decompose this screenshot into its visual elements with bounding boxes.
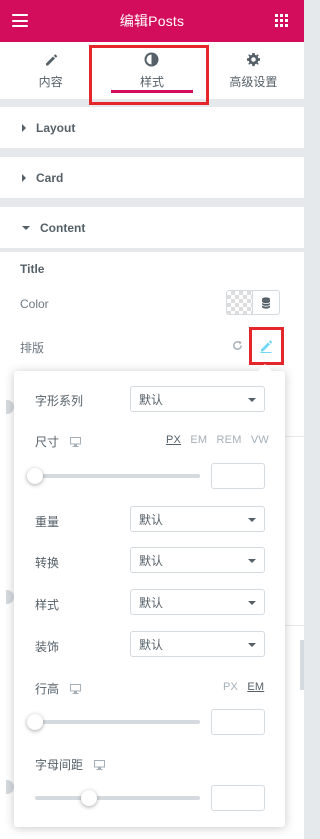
desktop-icon[interactable] — [70, 437, 82, 447]
background-divider — [285, 436, 304, 437]
tab-advanced-label: 高级设置 — [229, 74, 278, 89]
section-content-label: Content — [40, 220, 86, 235]
line-height-slider-handle[interactable] — [27, 714, 43, 730]
dropdown-arrow-icon — [248, 559, 256, 563]
dropdown-arrow-icon — [248, 601, 256, 605]
half-circle-icon — [144, 52, 159, 68]
color-picker[interactable] — [226, 290, 280, 315]
pencil-icon — [44, 52, 58, 68]
caret-right-icon — [22, 123, 26, 132]
color-label: Color — [20, 297, 49, 311]
letter-spacing-input[interactable] — [211, 785, 265, 811]
title-group-heading: Title — [20, 262, 45, 276]
letter-spacing-slider[interactable] — [35, 790, 200, 806]
section-layout[interactable]: Layout — [0, 107, 304, 149]
section-card[interactable]: Card — [0, 157, 304, 199]
size-units: PX EM REM VW — [160, 434, 269, 446]
font-style-label: 样式 — [35, 598, 60, 612]
line-height-label: 行高 — [35, 680, 82, 697]
font-family-value: 默认 — [139, 392, 164, 407]
unit-px[interactable]: PX — [223, 681, 238, 693]
line-height-input[interactable] — [211, 709, 265, 735]
editor-header: 编辑Posts — [0, 0, 304, 42]
dropdown-arrow-icon — [248, 643, 256, 647]
line-height-slider[interactable] — [27, 714, 200, 730]
section-content[interactable]: Content — [0, 207, 304, 249]
typography-label: 排版 — [20, 341, 45, 355]
section-layout-label: Layout — [36, 120, 76, 135]
line-height-label-text: 行高 — [35, 682, 60, 696]
transform-select[interactable]: 默认 — [130, 547, 265, 573]
unit-rem[interactable]: REM — [217, 434, 242, 446]
unit-em[interactable]: EM — [190, 434, 207, 446]
caret-down-icon — [22, 225, 30, 230]
pencil-icon — [260, 339, 272, 353]
tab-style-label: 样式 — [139, 74, 164, 89]
edit-typography-button[interactable] — [253, 333, 278, 358]
desktop-icon[interactable] — [70, 684, 82, 694]
active-tab-indicator — [111, 90, 193, 93]
panel-tabs: 内容 样式 高级设置 — [0, 42, 304, 100]
transform-label: 转换 — [35, 556, 60, 570]
letter-spacing-label-text: 字母间距 — [35, 758, 84, 772]
panel-title: 编辑Posts — [119, 13, 185, 29]
scrollbar[interactable] — [300, 640, 304, 690]
gear-icon — [246, 52, 261, 68]
unit-vw[interactable]: VW — [251, 434, 269, 446]
unit-px[interactable]: PX — [166, 434, 181, 446]
tab-advanced[interactable]: 高级设置 — [203, 42, 304, 99]
transform-value: 默认 — [139, 553, 164, 568]
grid-icon[interactable] — [275, 14, 288, 27]
tab-content-label: 内容 — [38, 74, 63, 89]
section-card-label: Card — [36, 170, 64, 185]
letter-spacing-label: 字母间距 — [35, 756, 106, 773]
tab-content[interactable]: 内容 — [0, 42, 101, 99]
database-icon[interactable] — [253, 291, 279, 314]
dropdown-arrow-icon — [248, 398, 256, 402]
size-slider-handle[interactable] — [27, 468, 43, 484]
caret-right-icon — [22, 173, 26, 182]
weight-label: 重量 — [35, 515, 60, 529]
background-divider — [285, 625, 304, 626]
tab-style[interactable]: 样式 — [101, 42, 202, 99]
font-family-label: 字形系列 — [35, 394, 84, 408]
weight-value: 默认 — [139, 512, 164, 527]
unit-em[interactable]: EM — [247, 681, 264, 693]
decoration-select[interactable]: 默认 — [130, 631, 265, 657]
size-label-text: 尺寸 — [35, 435, 60, 449]
typography-popover: 字形系列 默认 尺寸 PX EM REM VW 重量 默认 转换 默认 样式 默… — [14, 364, 285, 827]
weight-select[interactable]: 默认 — [130, 506, 265, 532]
font-family-select[interactable]: 默认 — [130, 386, 265, 412]
desktop-icon[interactable] — [94, 760, 106, 770]
line-height-units: PX EM — [217, 681, 264, 693]
size-slider[interactable] — [27, 468, 200, 484]
reset-icon[interactable] — [232, 340, 243, 354]
dropdown-arrow-icon — [248, 518, 256, 522]
letter-spacing-slider-handle[interactable] — [81, 790, 98, 806]
font-style-value: 默认 — [139, 595, 164, 610]
decoration-label: 装饰 — [35, 640, 60, 654]
size-label: 尺寸 — [35, 433, 82, 450]
popover-arrow — [258, 364, 272, 371]
color-swatch[interactable] — [227, 291, 253, 314]
font-style-select[interactable]: 默认 — [130, 589, 265, 615]
decoration-value: 默认 — [139, 637, 164, 652]
size-input[interactable] — [211, 463, 265, 489]
hamburger-icon[interactable] — [12, 14, 28, 27]
